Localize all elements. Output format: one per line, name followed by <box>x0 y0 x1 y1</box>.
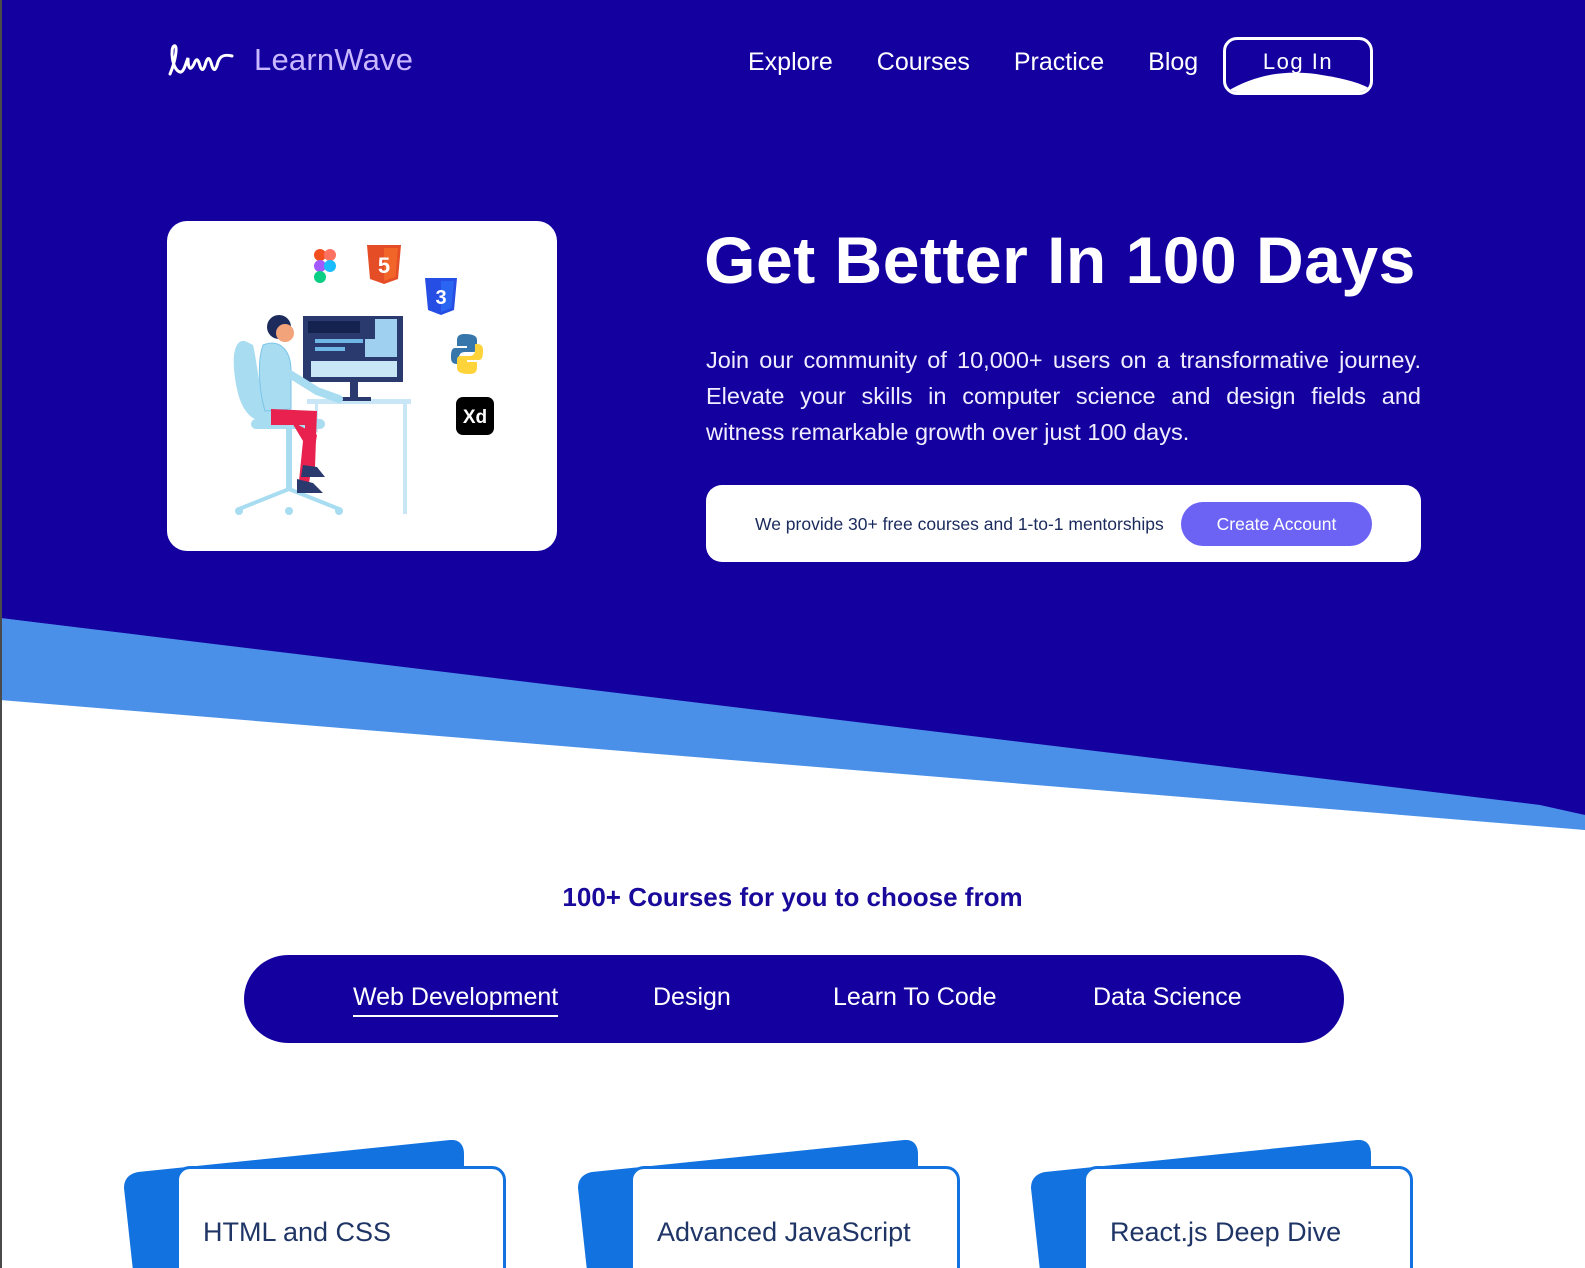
login-button[interactable]: Log In <box>1223 37 1373 95</box>
course-card-html-css[interactable]: HTML and CSS <box>124 1140 514 1268</box>
developer-illustration: 5 3 Xd <box>233 245 494 515</box>
top-nav: LearnWave Explore Courses Practice Blog … <box>0 0 1585 130</box>
nav-courses[interactable]: Courses <box>877 48 970 77</box>
tab-web-development[interactable]: Web Development <box>353 983 559 1017</box>
adobe-xd-icon: Xd <box>456 397 494 435</box>
nav-practice[interactable]: Practice <box>1014 48 1104 77</box>
python-icon <box>451 334 483 374</box>
svg-text:5: 5 <box>378 253 390 278</box>
create-account-button[interactable]: Create Account <box>1181 502 1372 546</box>
course-card-title: Advanced JavaScript <box>657 1217 911 1247</box>
course-card-title: HTML and CSS <box>203 1217 392 1247</box>
nav-blog[interactable]: Blog <box>1148 48 1198 77</box>
brand-name: LearnWave <box>254 42 414 77</box>
hero-illustration-card: 5 3 Xd <box>167 221 557 551</box>
hero-title: Get Better In 100 Days <box>704 223 1416 297</box>
courses-heading: 100+ Courses for you to choose from <box>562 882 1023 912</box>
card-front: HTML and CSS <box>176 1166 506 1268</box>
course-card-advanced-javascript[interactable]: Advanced JavaScript <box>578 1140 968 1268</box>
card-front: React.js Deep Dive <box>1083 1166 1413 1268</box>
css3-icon: 3 <box>425 278 457 315</box>
offer-banner: We provide 30+ free courses and 1-to-1 m… <box>706 485 1421 562</box>
course-card-title: React.js Deep Dive <box>1110 1217 1342 1247</box>
offer-text: We provide 30+ free courses and 1-to-1 m… <box>755 514 1164 534</box>
brand-logo[interactable]: LearnWave <box>166 40 413 80</box>
xd-badge-text: Xd <box>463 407 487 428</box>
wave-logo-icon <box>168 44 234 76</box>
card-front: Advanced JavaScript <box>630 1166 960 1268</box>
tab-learn-to-code[interactable]: Learn To Code <box>833 983 997 1012</box>
course-card-react-deep-dive[interactable]: React.js Deep Dive <box>1031 1140 1421 1268</box>
nav-explore[interactable]: Explore <box>748 48 833 77</box>
window-edge <box>0 0 2 1268</box>
login-wave-decoration <box>1226 72 1370 92</box>
hero-description: Join our community of 10,000+ users on a… <box>706 347 1421 445</box>
course-category-tabs: Web Development Design Learn To Code Dat… <box>244 955 1344 1043</box>
tab-data-science[interactable]: Data Science <box>1093 983 1242 1012</box>
tab-design[interactable]: Design <box>653 983 731 1012</box>
figma-icon <box>314 249 336 283</box>
svg-text:3: 3 <box>435 287 446 309</box>
html5-icon: 5 <box>367 245 401 284</box>
nav-links: Explore Courses Practice Blog <box>748 48 1242 77</box>
